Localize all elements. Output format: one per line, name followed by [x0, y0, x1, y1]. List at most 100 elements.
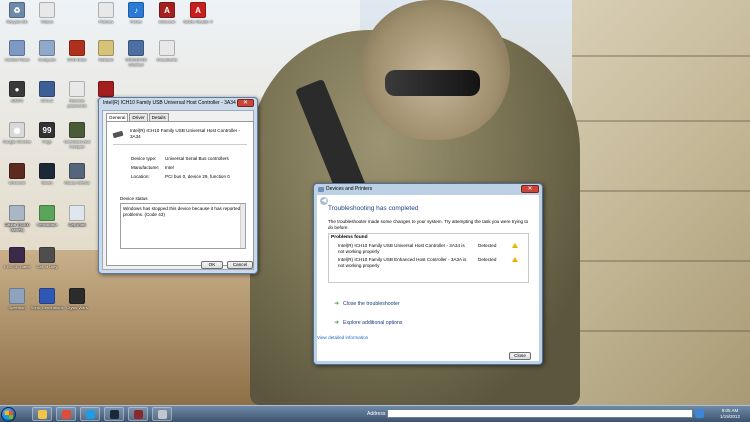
desktop-icon[interactable]: DVD Drive	[62, 40, 92, 62]
windows-explorer-icon	[37, 409, 47, 419]
device-status-box[interactable]: Windows has stopped this device because …	[120, 203, 246, 249]
desktop-icon[interactable]: Retrostrada	[32, 205, 62, 227]
field-label: Manufacturer:	[131, 165, 160, 170]
go-arrow-icon[interactable]	[695, 409, 704, 418]
troubleshooter-window: Devices and Printers ✕ ◀ Troubleshooting…	[313, 183, 543, 365]
app-icon	[69, 205, 85, 221]
desktop-icon-label: Cell chart	[68, 222, 86, 227]
desktop-icon-label: Network	[98, 57, 114, 62]
tab-general[interactable]: General	[106, 113, 129, 121]
status-scrollbar[interactable]	[240, 204, 245, 248]
general-tab-page: Intel(R) ICH10 Family USB Universal Host…	[106, 121, 254, 266]
address-input[interactable]	[387, 409, 693, 418]
desktop-icon[interactable]: 99 Pogo	[32, 122, 62, 144]
problem-status: Detected	[478, 243, 497, 248]
desktop-icon[interactable]: Remove passwords	[62, 81, 92, 108]
start-button[interactable]	[1, 407, 16, 422]
green-arrow-icon: ➜	[334, 320, 340, 326]
tool-icon	[157, 409, 167, 419]
desktop-icon[interactable]: Pictures	[91, 2, 121, 24]
taskbar-chrome-button[interactable]	[56, 407, 76, 421]
field-label: Location:	[131, 174, 150, 179]
explore-options-option[interactable]: ➜ Explore additional options	[334, 319, 403, 327]
desktop-icon-label: Videos	[40, 19, 54, 24]
close-icon[interactable]: ✕	[237, 99, 254, 107]
taskbar-tool-button[interactable]	[152, 407, 172, 421]
desktop-icon[interactable]: CPU-Z	[32, 81, 62, 103]
taskbar-steam-button[interactable]	[104, 407, 124, 421]
taskbar-skype-button[interactable]	[80, 407, 100, 421]
desktop-icon[interactable]: Unknown	[2, 163, 32, 185]
tab-driver[interactable]: Driver	[129, 113, 148, 121]
desktop-icon[interactable]: Speedfan	[2, 288, 32, 310]
warning-icon	[512, 257, 518, 262]
field-value: Intel	[165, 165, 174, 170]
desktop-icon[interactable]: Call of Duty	[32, 247, 62, 269]
desktop-icon[interactable]: Mouse Effects	[62, 163, 92, 185]
app-icon	[39, 288, 55, 304]
desktop-icon[interactable]: Computer	[32, 40, 62, 62]
desktop-icon[interactable]: ◉ Google Chrome	[2, 122, 32, 144]
desktop-icon[interactable]: Videos	[32, 2, 62, 24]
option-label: Close the troubleshooter	[343, 300, 400, 307]
desktop-icon[interactable]: ● AIMP3	[2, 81, 32, 103]
desktop-icon-label: Computer	[38, 57, 56, 62]
wall-mortar-line	[572, 330, 750, 332]
devices-printers-icon	[318, 186, 324, 192]
desktop-icon[interactable]: A Unknown	[152, 2, 182, 24]
field-manufacturer: Manufacturer: Intel	[131, 165, 174, 170]
desktop-icon[interactable]: ♪ iTunes	[121, 2, 151, 24]
desktop-icon-label: Steam	[41, 180, 53, 185]
desktop-icon-label: Adobe Reader X	[183, 19, 213, 24]
desktop-icon[interactable]: Command and Conquer	[62, 122, 92, 149]
device-status-legend: Device status	[120, 196, 148, 201]
close-troubleshooter-option[interactable]: ➜ Close the troubleshooter	[334, 300, 400, 308]
desktop-icon[interactable]: A Adobe Reader X	[183, 2, 213, 24]
desktop-icon[interactable]: Canon IP1800 series	[2, 205, 32, 232]
window-title: Devices and Printers	[326, 186, 373, 192]
desktop-icon[interactable]: Steam	[32, 163, 62, 185]
field-device-type: Device type: Universal Serial Bus contro…	[131, 156, 229, 161]
desktop-icon-label: 1 HD 3D Game	[3, 264, 31, 269]
app-icon	[98, 2, 114, 18]
tab-details[interactable]: Details	[148, 113, 169, 121]
app-icon	[98, 81, 114, 97]
desktop-icon[interactable]: ♻ Recycle Bin	[2, 2, 32, 24]
desktop-icon-label: CPU-Z	[40, 98, 54, 103]
taskbar-windows-explorer-button[interactable]	[32, 407, 52, 421]
app-icon	[69, 163, 85, 179]
green-arrow-icon: ➜	[334, 301, 340, 307]
view-detailed-information-link[interactable]: View detailed information	[317, 335, 368, 340]
app-icon	[9, 163, 25, 179]
app-icon	[9, 40, 25, 56]
desktop-icon[interactable]: 1 HD 3D Game	[2, 247, 32, 269]
desktop-icon[interactable]: Network	[91, 40, 121, 62]
problems-found-panel: Problems found Intel(R) ICH10 Family USB…	[328, 233, 529, 283]
desktop-icon-label: Canon IP1800 series	[4, 222, 30, 232]
option-label: Explore additional options	[343, 319, 403, 326]
desktop-icon-label: Call of Duty	[36, 264, 58, 269]
taskbar-game-button[interactable]	[128, 407, 148, 421]
page-title: Troubleshooting has completed	[328, 205, 419, 212]
desktop-icon[interactable]: Control Panel	[2, 40, 32, 62]
desktop-icon[interactable]: Sonic Generations	[31, 288, 63, 310]
desktop-icon[interactable]: SPEEDFAN Shortcut	[121, 40, 151, 67]
ok-button[interactable]: OK	[201, 261, 223, 269]
cancel-button[interactable]: Cancel	[227, 261, 253, 269]
app-icon	[39, 81, 55, 97]
skype-icon	[85, 409, 95, 419]
desktop-icon[interactable]: Crysis Wars	[62, 288, 92, 310]
close-icon[interactable]: ✕	[521, 185, 539, 193]
address-label: Address	[367, 411, 386, 417]
desktop-icon[interactable]: Documents	[152, 40, 182, 62]
game-icon	[133, 409, 143, 419]
desktop-icon-label: Pictures	[98, 19, 114, 24]
close-button[interactable]: Close	[509, 352, 531, 360]
field-label: Device type:	[131, 156, 157, 161]
system-clock[interactable]: 9:05 AM 1/19/2012	[712, 408, 748, 420]
desktop-icon[interactable]: Cell chart	[62, 205, 92, 227]
back-arrow-icon[interactable]: ◀	[320, 197, 328, 205]
app-icon	[39, 40, 55, 56]
divider	[113, 144, 247, 145]
problem-name: Intel(R) ICH10 Family USB Enhanced Host …	[338, 257, 467, 268]
